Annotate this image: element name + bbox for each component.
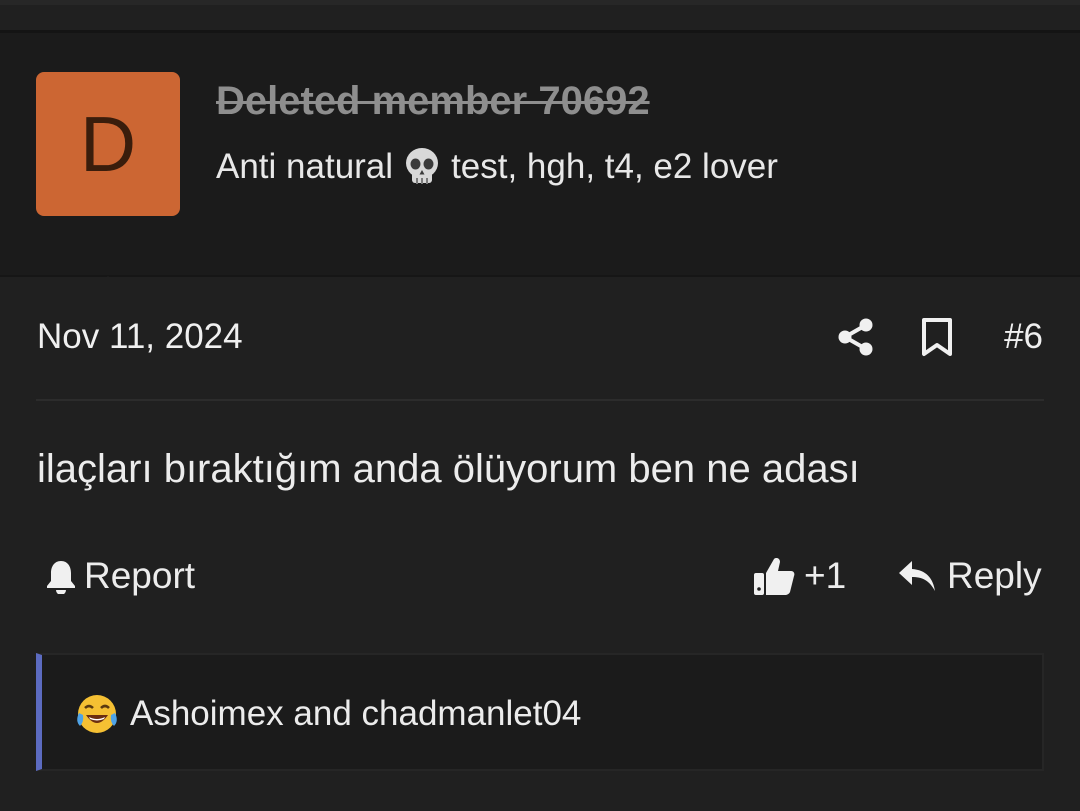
top-strip (0, 0, 1080, 33)
divider (36, 399, 1044, 401)
top-rule (0, 0, 1080, 5)
action-bar: Report +1 Reply (0, 555, 1080, 605)
skull-icon (406, 148, 439, 184)
like-count: +1 (804, 555, 847, 596)
avatar-letter: D (79, 99, 137, 188)
reply-arrow-icon (899, 561, 935, 591)
post-date[interactable]: Nov 11, 2024 (37, 317, 243, 357)
reply-button[interactable]: Reply (897, 555, 1042, 597)
message-body: Nov 11, 2024 #6 ilaçları bıraktığım anda… (0, 277, 1080, 811)
bookmark-icon[interactable] (919, 317, 955, 357)
post-text: ilaçları bıraktığım anda ölüyorum ben ne… (37, 447, 860, 491)
user-title-suffix: test, hgh, t4, e2 lover (451, 147, 778, 186)
reactions-bar[interactable]: Ashoimex and chadmanlet04 (36, 653, 1044, 771)
avatar[interactable]: D (36, 72, 180, 216)
report-label: Report (84, 555, 196, 596)
post-number-link[interactable]: #6 (1004, 317, 1043, 357)
reaction-users[interactable]: Ashoimex and chadmanlet04 (130, 694, 581, 734)
forum-post-page: D Deleted member 70692 Anti natural test… (0, 0, 1080, 811)
thumbs-up-icon (754, 558, 795, 595)
crying-laughing-icon (77, 695, 117, 733)
like-button[interactable]: +1 (752, 555, 846, 597)
user-title-prefix: Anti natural (216, 147, 394, 186)
bell-icon (47, 561, 75, 594)
user-title: Anti natural test, hgh, t4, e2 lover (216, 147, 778, 187)
share-icon[interactable] (836, 317, 876, 357)
user-header: D Deleted member 70692 Anti natural test… (0, 35, 1080, 310)
reactions-summary[interactable]: Ashoimex and chadmanlet04 (74, 691, 581, 737)
username[interactable]: Deleted member 70692 (216, 79, 650, 124)
reply-label: Reply (947, 555, 1042, 596)
report-button[interactable]: Report (44, 555, 195, 597)
